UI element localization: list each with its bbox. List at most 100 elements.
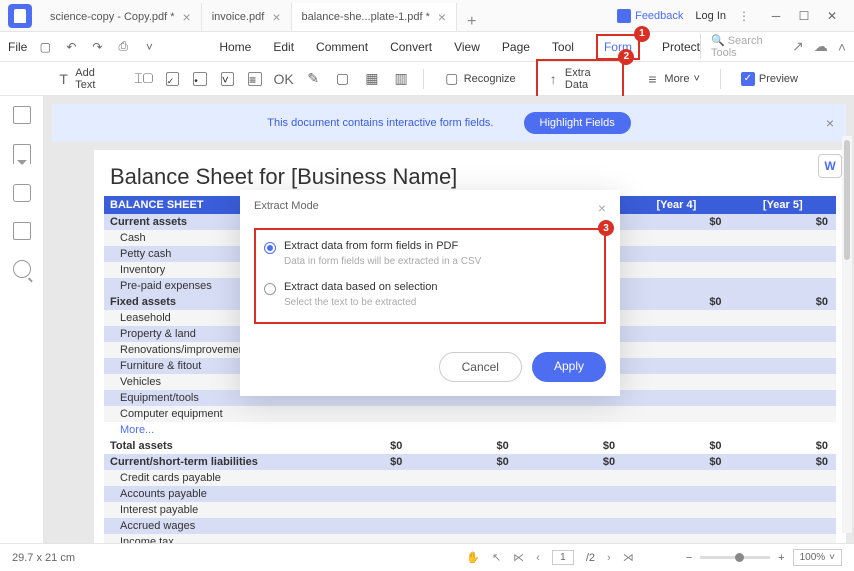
button-label: More xyxy=(664,73,689,85)
menu-convert[interactable]: Convert xyxy=(390,34,432,60)
date-icon[interactable]: ▦ xyxy=(364,71,379,87)
more-icon: ≡ xyxy=(644,71,660,87)
radio-icon[interactable] xyxy=(193,72,206,86)
menu-home[interactable]: Home xyxy=(219,34,251,60)
attachments-icon[interactable] xyxy=(13,222,31,240)
button-icon[interactable]: OK xyxy=(276,71,292,87)
thumbnails-icon[interactable] xyxy=(13,106,31,124)
tab-invoice[interactable]: invoice.pdf × xyxy=(202,3,292,31)
close-icon[interactable]: × xyxy=(598,200,606,216)
menu-protect[interactable]: Protect xyxy=(662,34,700,60)
tab-balance[interactable]: balance-she...plate-1.pdf *× xyxy=(292,3,458,31)
annotations-icon[interactable] xyxy=(13,184,31,202)
maximize-button[interactable]: ☐ xyxy=(790,6,818,26)
text-icon: T xyxy=(56,71,71,87)
button-label: Extra Data xyxy=(565,67,615,91)
banner-text: This document contains interactive form … xyxy=(267,117,493,129)
tab-label: invoice.pdf xyxy=(212,11,265,23)
badge-1: 1 xyxy=(634,26,650,42)
table-row: Accounts payable xyxy=(104,486,836,502)
highlight-fields-button[interactable]: Highlight Fields xyxy=(524,112,631,134)
sidebar xyxy=(0,96,44,543)
redo-icon[interactable]: ↷ xyxy=(87,37,107,57)
text-field-icon[interactable]: ⌶▢ xyxy=(136,71,152,87)
last-page-icon[interactable]: ⋊ xyxy=(623,551,634,564)
total-assets-row: Total assets$0$0$0$0$0 xyxy=(104,438,836,454)
scrollbar[interactable] xyxy=(842,136,852,533)
minimize-button[interactable]: ─ xyxy=(762,6,790,26)
more-icon[interactable]: ⋮ xyxy=(738,9,750,23)
feedback-icon xyxy=(617,9,631,23)
extract-data-button[interactable]: ↑Extra Data2 xyxy=(536,59,625,99)
radio-desc: Select the text to be extracted xyxy=(284,297,437,308)
extract-mode-dialog: Extract Mode × 3 Extract data from form … xyxy=(240,190,620,396)
add-tab-button[interactable]: + xyxy=(457,13,486,31)
cloud-icon[interactable]: ☁ xyxy=(814,38,828,55)
menu-edit[interactable]: Edit xyxy=(273,34,294,60)
barcode-icon[interactable]: ▥ xyxy=(393,71,408,87)
form-banner: This document contains interactive form … xyxy=(52,104,846,142)
recognize-button[interactable]: ▢Recognize xyxy=(438,67,522,91)
button-label: Add Text xyxy=(75,67,116,91)
search-tools[interactable]: 🔍 Search Tools xyxy=(700,34,782,59)
header-year4: [Year 4] xyxy=(623,196,729,214)
first-page-icon[interactable]: ⋉ xyxy=(513,551,524,564)
checkbox-icon[interactable] xyxy=(166,72,179,86)
zoom-select[interactable]: 100% ˅ xyxy=(793,549,842,566)
table-row: Interest payable xyxy=(104,502,836,518)
page-total: /2 xyxy=(586,552,595,564)
print-icon[interactable]: ⎙ xyxy=(113,37,133,57)
undo-icon[interactable]: ↶ xyxy=(61,37,81,57)
search-icon[interactable] xyxy=(13,260,31,278)
add-text-button[interactable]: TAdd Text xyxy=(50,63,122,95)
menu-view[interactable]: View xyxy=(454,34,480,60)
image-icon[interactable]: ▢ xyxy=(335,71,350,87)
login-link[interactable]: Log In xyxy=(695,10,726,22)
zoom-slider[interactable] xyxy=(700,556,770,559)
zoom-out-icon[interactable]: − xyxy=(686,552,692,564)
menubar: File ▢ ↶ ↷ ⎙ ˅ Home Edit Comment Convert… xyxy=(0,32,854,62)
more-button[interactable]: ≡More˅ xyxy=(638,67,706,91)
menu-tool[interactable]: Tool xyxy=(552,34,574,60)
close-icon[interactable]: × xyxy=(438,9,446,25)
signature-icon[interactable]: ✎ xyxy=(306,71,321,87)
prev-page-icon[interactable]: ‹ xyxy=(536,552,540,564)
radio-label: Extract data based on selection xyxy=(284,281,437,293)
bookmark-icon[interactable] xyxy=(13,144,31,164)
file-menu[interactable]: File xyxy=(8,40,27,54)
close-icon[interactable]: × xyxy=(826,115,834,131)
page-input[interactable]: 1 xyxy=(552,550,574,565)
close-icon[interactable]: × xyxy=(183,9,191,25)
zoom-in-icon[interactable]: + xyxy=(778,552,784,564)
statusbar: 29.7 x 21 cm ✋ ↖ ⋉ ‹ 1 /2 › ⋊ − + 100% ˅ xyxy=(0,543,854,571)
dropdown-icon[interactable]: ˅ xyxy=(221,72,234,86)
page-dimensions: 29.7 x 21 cm xyxy=(12,552,75,564)
more-link[interactable]: More... xyxy=(104,422,836,438)
table-row: Accrued wages xyxy=(104,518,836,534)
select-tool-icon[interactable]: ↖ xyxy=(492,551,501,564)
radio-option-form-fields[interactable]: Extract data from form fields in PDF Dat… xyxy=(264,240,596,267)
next-page-icon[interactable]: › xyxy=(607,552,611,564)
apply-button[interactable]: Apply xyxy=(532,352,606,382)
feedback-link[interactable]: Feedback xyxy=(617,9,683,23)
close-button[interactable]: ✕ xyxy=(818,6,846,26)
radio-icon xyxy=(264,283,276,295)
cancel-button[interactable]: Cancel xyxy=(439,352,522,382)
radio-label: Extract data from form fields in PDF xyxy=(284,240,481,252)
close-icon[interactable]: × xyxy=(272,9,280,25)
collapse-icon[interactable]: ˄ xyxy=(838,39,846,55)
listbox-icon[interactable]: ≡ xyxy=(248,72,261,86)
radio-option-selection[interactable]: Extract data based on selection Select t… xyxy=(264,281,596,308)
toolbar: TAdd Text ⌶▢ ˅ ≡ OK ✎ ▢ ▦ ▥ ▢Recognize ↑… xyxy=(0,62,854,96)
menu-comment[interactable]: Comment xyxy=(316,34,368,60)
share-icon[interactable]: ↗ xyxy=(792,38,804,55)
save-icon[interactable]: ▢ xyxy=(35,37,55,57)
chevron-down-icon[interactable]: ˅ xyxy=(139,37,159,57)
preview-toggle[interactable]: ✓Preview xyxy=(735,68,804,90)
word-export-icon[interactable]: W xyxy=(818,154,842,178)
menu-page[interactable]: Page xyxy=(502,34,530,60)
tab-science[interactable]: science-copy - Copy.pdf *× xyxy=(40,3,202,31)
titlebar: science-copy - Copy.pdf *× invoice.pdf× … xyxy=(0,0,854,32)
hand-tool-icon[interactable]: ✋ xyxy=(466,551,480,564)
app-icon xyxy=(8,4,32,28)
